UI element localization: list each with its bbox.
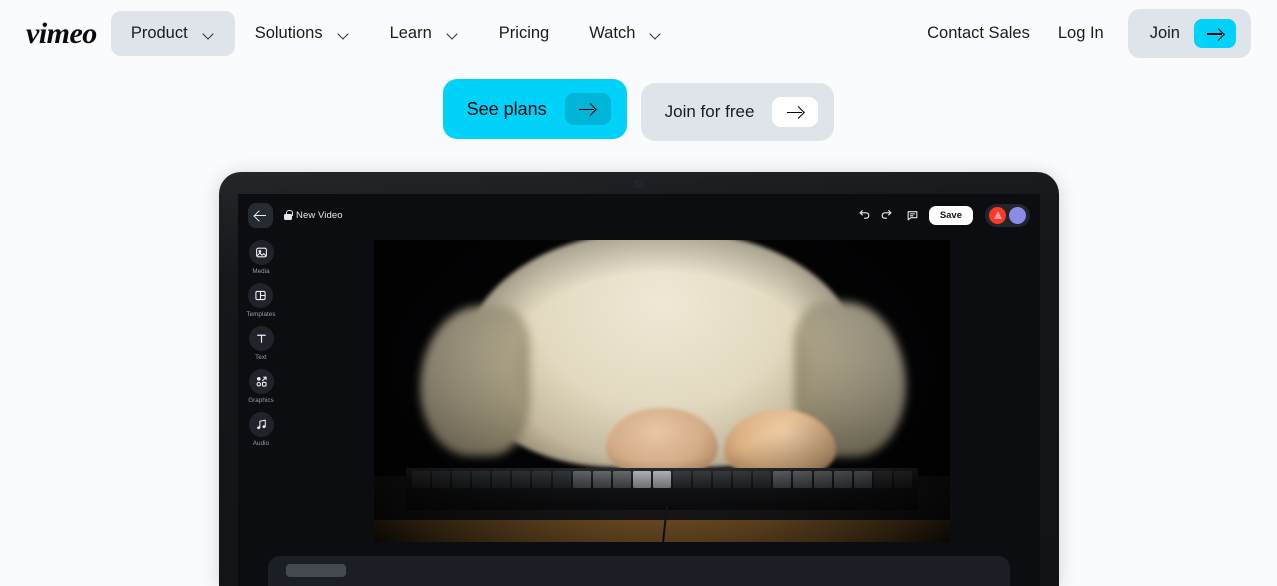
editor-screen: New Video Save Media Templates Text Grap… (238, 194, 1040, 586)
avatar-red[interactable] (989, 206, 1006, 224)
editor-toolbar: New Video Save (238, 194, 1040, 236)
sidebar-item-text[interactable]: Text (248, 326, 274, 361)
sidebar-item-templates[interactable]: Templates (246, 283, 275, 318)
sidebar-item-audio[interactable]: Audio (248, 412, 274, 447)
sidebar-item-label: Audio (252, 440, 270, 447)
sidebar-item-graphics[interactable]: Graphics (248, 369, 274, 404)
chevron-down-icon (339, 30, 350, 37)
sidebar-item-media[interactable]: Media (248, 240, 274, 275)
camera-dot-icon (635, 180, 643, 187)
undo-icon[interactable] (858, 209, 871, 222)
chevron-down-icon (651, 30, 662, 37)
nav-item-label: Product (130, 24, 188, 42)
music-note-icon (248, 412, 274, 437)
join-button[interactable]: Join (1127, 9, 1251, 58)
shapes-icon (248, 369, 274, 394)
image-icon (248, 240, 274, 265)
contact-sales-link[interactable]: Contact Sales (913, 11, 1044, 56)
nav-item-pricing[interactable]: Pricing (479, 11, 569, 56)
collaborator-avatars (985, 203, 1030, 227)
primary-navigation: Product Solutions Learn Pricing Watch (110, 11, 683, 56)
join-for-free-label: Join for free (664, 102, 755, 121)
nav-item-learn[interactable]: Learn (370, 11, 479, 56)
chevron-down-icon (204, 30, 215, 37)
arrow-right-icon (564, 93, 611, 125)
nav-item-label: Learn (389, 24, 432, 42)
join-button-label: Join (1149, 24, 1180, 42)
comment-bubble-icon[interactable] (906, 209, 919, 222)
timeline-clip[interactable] (286, 564, 346, 577)
video-canvas[interactable] (374, 240, 950, 542)
back-button[interactable] (248, 202, 273, 228)
nav-item-label: Pricing (498, 24, 550, 42)
see-plans-label: See plans (466, 98, 547, 119)
editor-sidebar: Media Templates Text Graphics Audio (238, 236, 284, 544)
nav-item-watch[interactable]: Watch (569, 11, 682, 56)
see-plans-button[interactable]: See plans (442, 79, 627, 139)
nav-item-label: Solutions (254, 24, 323, 42)
lock-icon (284, 210, 293, 220)
timeline-panel[interactable] (268, 556, 1010, 586)
site-header: vimeo Product Solutions Learn Pricing Wa… (0, 0, 1277, 67)
vimeo-logo[interactable]: vimeo (26, 18, 97, 49)
log-in-link[interactable]: Log In (1044, 11, 1118, 56)
layout-icon (248, 283, 274, 308)
cta-row: See plans Join for free (0, 79, 1277, 141)
join-for-free-button[interactable]: Join for free (640, 83, 835, 141)
header-actions: Contact Sales Log In Join (913, 9, 1251, 58)
sidebar-item-label: Text (255, 354, 267, 361)
editor-tool-group: Save (858, 203, 1030, 227)
document-title[interactable]: New Video (284, 210, 343, 221)
sidebar-item-label: Templates (246, 311, 276, 318)
laptop-mockup: New Video Save Media Templates Text Grap… (219, 172, 1059, 586)
nav-item-product[interactable]: Product (110, 11, 235, 56)
arrow-right-icon (772, 97, 819, 127)
triangle-icon (993, 211, 1002, 219)
sidebar-item-label: Media (252, 268, 270, 275)
avatar-purple[interactable] (1009, 206, 1026, 224)
arrow-left-icon (254, 210, 267, 221)
save-button[interactable]: Save (928, 205, 973, 225)
editor-body: Media Templates Text Graphics Audio (238, 236, 1040, 544)
nav-item-label: Watch (589, 24, 636, 42)
editor-stage (284, 236, 1040, 544)
document-title-text: New Video (296, 209, 343, 221)
chevron-down-icon (448, 30, 459, 37)
arrow-right-icon (1194, 19, 1236, 48)
video-vignette (374, 240, 950, 542)
redo-icon[interactable] (880, 209, 893, 222)
text-t-icon (248, 326, 274, 351)
nav-item-solutions[interactable]: Solutions (235, 11, 370, 56)
sidebar-item-label: Graphics (248, 397, 274, 404)
